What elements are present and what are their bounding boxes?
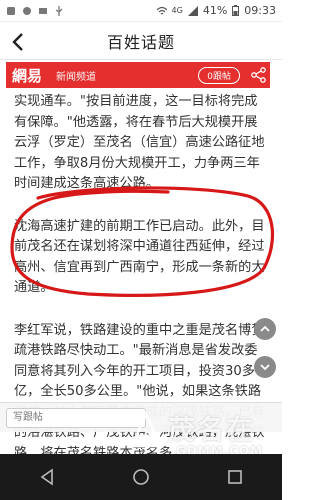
clock: 09:33 [244,4,276,17]
scroll-up-button[interactable] [254,318,276,340]
notification-icon [7,6,15,15]
square-recents-icon [228,470,242,484]
battery-percent: 41% [202,4,228,17]
channel-label: 新闻频道 [56,71,97,83]
nav-recents-button[interactable] [222,464,248,490]
page-title: 百姓话题 [106,32,175,52]
signal-label: 4G [171,6,183,15]
annotation-ellipse [10,186,275,297]
battery-icon [232,5,240,16]
article-paragraph: 实现通车。"按目前进度，这一目标将完成有保障。"他透露，将在春节后大规模开展云浮… [14,94,265,191]
back-button[interactable] [6,30,30,54]
status-left [6,5,64,16]
system-nav-bar [0,454,282,500]
nav-back-button[interactable] [34,464,60,490]
circle-home-icon [133,469,149,485]
usb-icon [55,5,63,16]
comment-input[interactable] [6,407,146,428]
article-paragraph: 李红军说，铁路建设的重中之重是茂名博贺疏港铁路尽快动工。"最新消息是省发改委同意… [14,322,269,461]
notification-icon [39,7,47,14]
chevron-down-icon [260,364,270,371]
nav-home-button[interactable] [128,464,154,490]
triangle-back-icon [40,468,53,486]
chevron-up-icon [260,325,270,332]
brand-logo[interactable]: 網易 [12,65,42,86]
title-bar: 百姓话题 [0,22,282,60]
chevron-left-icon [12,33,23,51]
wifi-icon [156,6,167,14]
share-icon [251,67,266,83]
comment-bar [0,402,282,432]
status-bar: 4G 41% 09:33 [0,0,282,22]
status-right: 4G 41% 09:33 [156,4,276,17]
scroll-down-button[interactable] [254,356,276,378]
share-button[interactable] [250,66,268,84]
follow-count-button[interactable]: 0跟帖 [198,66,240,84]
news-header: 網易 新闻频道 0跟帖 [6,62,270,88]
signal-icon [187,5,198,16]
notification-icon [23,6,31,15]
